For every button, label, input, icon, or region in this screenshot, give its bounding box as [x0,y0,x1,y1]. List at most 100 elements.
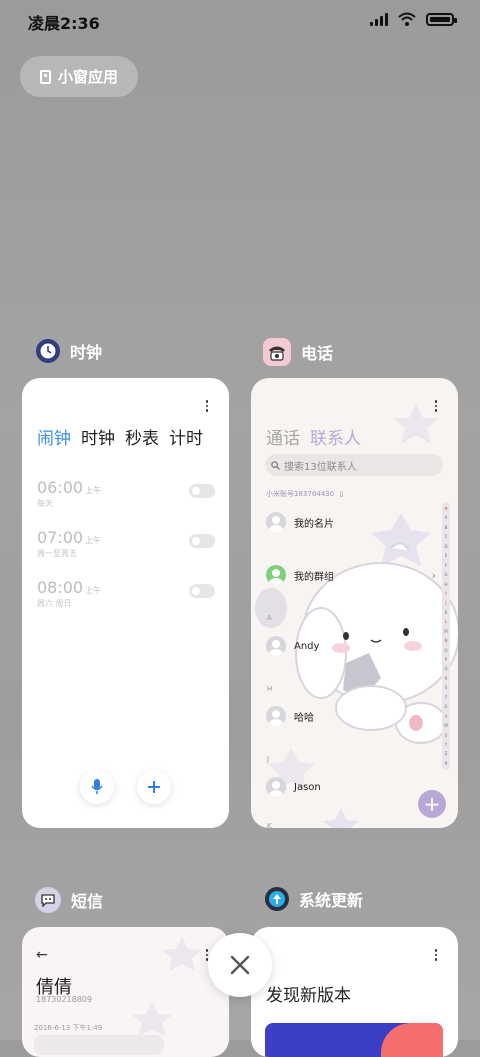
alphabet-index-letter[interactable]: B [445,525,448,530]
contacts-menu-icon[interactable] [434,400,438,412]
phone-app-card[interactable]: 通话 联系人 搜索13位联系人 小米账号183704430 ▯ 我的名片 我的群… [251,378,458,828]
alarm-time: 07:00 [37,528,84,547]
my-groups-row[interactable]: 我的群组 › [266,565,436,585]
phone-app-header[interactable]: 电话 [263,338,333,366]
alarm-ampm: 上午 [85,486,102,495]
alphabet-index-letter[interactable]: N [445,638,448,643]
close-icon [230,955,250,975]
phone-app-name: 电话 [301,344,334,363]
tab-timer[interactable]: 计时 [169,424,203,449]
small-window-label: 小窗应用 [57,68,118,86]
small-window-icon [39,69,51,84]
alarm-toggle[interactable] [189,534,215,548]
my-card-label: 我的名片 [294,518,334,530]
alphabet-index-letter[interactable]: A [445,515,448,520]
alphabet-index-letter[interactable]: # [444,761,447,766]
alphabet-index-letter[interactable]: Y [445,742,447,747]
alphabet-index-letter[interactable]: V [445,714,448,719]
alphabet-index-letter[interactable]: J [445,600,446,605]
back-arrow-icon[interactable]: ← [36,947,48,963]
chevron-right-icon: › [431,568,436,582]
update-title: 发现新版本 [266,986,351,1006]
alphabet-index-letter[interactable]: X [445,733,448,738]
section-letter: K [267,822,272,828]
my-card-row[interactable]: 我的名片 [266,512,334,532]
alphabet-index-letter[interactable]: O [444,648,447,653]
avatar [266,512,286,532]
contact-row[interactable]: Jason [266,777,321,797]
alphabet-index-letter[interactable]: ♥ [444,506,448,511]
alarm-time: 08:00 [37,578,84,597]
alphabet-index-letter[interactable]: S [445,685,448,690]
search-icon [271,460,280,470]
status-icons [370,12,457,26]
alphabet-index-letter[interactable]: R [445,676,448,681]
clock-tabs: 闹钟 时钟 秒表 计时 [37,424,203,449]
alphabet-index-letter[interactable]: D [444,544,447,549]
clock-menu-icon[interactable] [205,400,209,412]
update-menu-icon[interactable] [434,949,438,961]
alphabet-index-bar[interactable]: ♥ A B C D E F G H I J K L M N O P Q R S T U V W X Y Z # [442,502,450,770]
alphabet-index-letter[interactable]: E [445,553,448,558]
alphabet-index-letter[interactable]: Z [445,751,448,756]
sms-contact-number: 18730218809 [36,995,92,1004]
alphabet-index-letter[interactable]: L [445,619,447,624]
voice-alarm-button[interactable] [80,770,114,804]
clock-app-card[interactable]: 闹钟 时钟 秒表 计时 06:00 上午 每天 07:00 上午 周一至周五 08:… [22,378,229,828]
contact-row[interactable]: 哈哈 [266,706,314,726]
alphabet-index-letter[interactable]: T [445,695,447,700]
update-app-card[interactable]: 发现新版本 [251,927,458,1057]
alarm-toggle[interactable] [189,584,215,598]
close-all-button[interactable] [208,933,272,997]
message-bubble[interactable] [34,1035,164,1055]
add-alarm-button[interactable] [137,770,171,804]
sms-app-header[interactable]: 短信 [35,887,103,913]
alphabet-index-letter[interactable]: G [444,572,447,577]
alphabet-index-letter[interactable]: H [444,582,447,587]
alphabet-index-letter[interactable]: I [445,591,446,596]
section-letter: A [267,614,272,622]
update-banner [265,1023,443,1057]
alarm-repeat: 每天 [37,499,53,508]
alarm-repeat: 周六 周日 [37,599,72,608]
tab-calls[interactable]: 通话 [266,424,300,449]
signal-icon [370,12,388,26]
alarm-item[interactable]: 08:00 上午 周六 周日 [37,578,215,609]
alphabet-index-letter[interactable]: Q [444,666,447,671]
alphabet-index-letter[interactable]: C [445,534,448,539]
alphabet-index-letter[interactable]: W [444,723,448,728]
alarm-item[interactable]: 06:00 上午 每天 [37,478,215,509]
section-letter: J [267,755,270,763]
clock-app-name: 时钟 [70,343,103,362]
alphabet-index-letter[interactable]: K [445,610,448,615]
alarm-toggle[interactable] [189,484,215,498]
alphabet-index-letter[interactable]: P [445,657,447,662]
alphabet-index-letter[interactable]: F [445,563,447,568]
alphabet-index-letter[interactable]: M [444,629,447,634]
tab-contacts[interactable]: 联系人 [310,424,361,449]
sms-date: 2016-6-13 下午1:49 [34,1024,103,1032]
contacts-tabs: 通话 联系人 [266,424,361,449]
alphabet-index-letter[interactable]: U [445,704,448,709]
add-contact-button[interactable]: + [418,790,446,818]
tab-stopwatch[interactable]: 秒表 [125,424,159,449]
alarm-ampm: 上午 [85,536,102,545]
groups-icon [266,565,286,585]
update-app-header[interactable]: 系统更新 [265,887,363,911]
section-letter: H [267,685,273,693]
small-window-apps-button[interactable]: 小窗应用 [20,56,138,97]
sms-app-name: 短信 [71,892,104,911]
contact-row[interactable]: Andy [266,636,319,656]
plus-icon [148,781,160,793]
sms-app-card[interactable]: ← 倩倩 18730218809 2016-6-13 下午1:49 [22,927,229,1057]
tab-clock[interactable]: 时钟 [81,424,115,449]
avatar [266,777,286,797]
alarm-repeat: 周一至周五 [37,549,77,558]
search-placeholder: 搜索13位联系人 [284,461,357,473]
alarm-item[interactable]: 07:00 上午 周一至周五 [37,528,215,559]
clock-app-header[interactable]: 时钟 [36,339,102,363]
tab-alarm[interactable]: 闹钟 [37,424,71,449]
my-groups-label: 我的群组 [294,571,334,583]
contacts-search-input[interactable]: 搜索13位联系人 [265,454,443,476]
contact-name: Andy [294,640,320,652]
